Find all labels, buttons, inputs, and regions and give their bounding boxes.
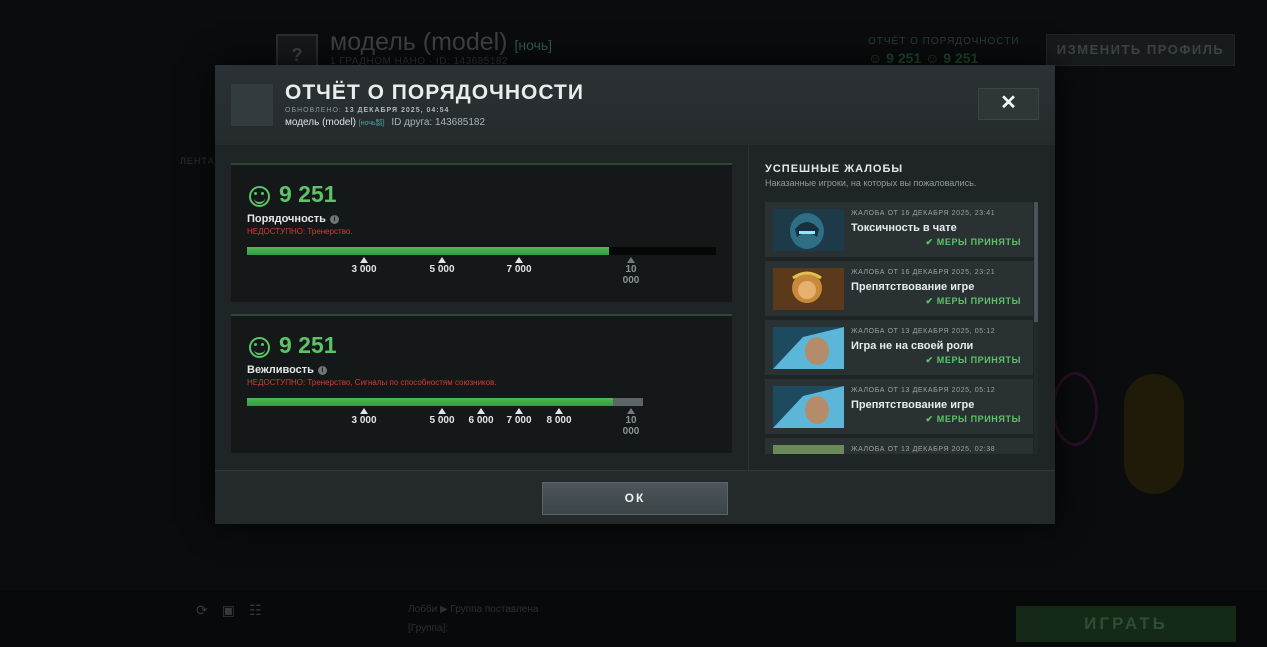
politeness-score-value: 9 251 xyxy=(279,332,337,358)
smile-icon xyxy=(249,337,270,358)
hero-portrait xyxy=(773,386,844,428)
report-reason: Препятствование игре xyxy=(851,399,975,411)
threshold-tick: 10 000 xyxy=(619,408,643,437)
refresh-icon[interactable]: ⟳ xyxy=(196,602,208,618)
hero-portrait xyxy=(773,327,844,369)
dialog-footer: ОК xyxy=(215,470,1055,524)
updated-timestamp: ОБНОВЛЕНО: 13 ДЕКАБРЯ 2025, 04:54 xyxy=(285,107,450,114)
report-reason: Препятствование игре xyxy=(851,281,975,293)
progress-fill xyxy=(247,398,614,406)
conduct-score-label: Порядочность i xyxy=(247,213,339,225)
report-status: ✔ МЕРЫ ПРИНЯТЫ xyxy=(925,237,1021,247)
report-status: ✔ МЕРЫ ПРИНЯТЫ xyxy=(925,355,1021,365)
close-button[interactable]: ✕ xyxy=(978,88,1039,120)
progress-fill xyxy=(247,247,609,255)
reports-list[interactable]: ЖАЛОБА ОТ 16 ДЕКАБРЯ 2025, 23:41 Токсичн… xyxy=(765,202,1033,454)
politeness-score-card: 9 251 Вежливость i НЕДОСТУПНО: Тренерство… xyxy=(231,314,732,453)
threshold-tick: 5 000 xyxy=(422,257,462,275)
report-date: ЖАЛОБА ОТ 13 ДЕКАБРЯ 2025, 05:12 xyxy=(851,328,996,335)
friend-id: ID друга: 143685182 xyxy=(391,117,486,128)
feed-label: ЛЕНТА xyxy=(180,156,215,166)
scroll-thumb[interactable] xyxy=(1034,202,1038,322)
politeness-score-label: Вежливость i xyxy=(247,364,327,376)
report-date: ЖАЛОБА ОТ 13 ДЕКАБРЯ 2025, 02:38 xyxy=(851,446,996,453)
report-status: ✔ МЕРЫ ПРИНЯТЫ xyxy=(925,414,1021,424)
report-date: ЖАЛОБА ОТ 13 ДЕКАБРЯ 2025, 05:12 xyxy=(851,387,996,394)
bottom-icons: ⟳ ▣ ☷ xyxy=(196,602,276,619)
report-item[interactable]: ЖАЛОБА ОТ 13 ДЕКАБРЯ 2025, 05:12 Игра не… xyxy=(765,320,1033,375)
inventory-icon[interactable]: ▣ xyxy=(222,602,235,618)
player-info: модель (model) [ночь㍿] ID друга: 1436851… xyxy=(285,117,485,128)
report-status: ✔ МЕРЫ ПРИНЯТЫ xyxy=(925,296,1021,306)
conduct-score-card: 9 251 Порядочность i НЕДОСТУПНО: Тренерст… xyxy=(231,163,732,302)
report-date: ЖАЛОБА ОТ 16 ДЕКАБРЯ 2025, 23:21 xyxy=(851,269,996,276)
hero-figure xyxy=(1052,372,1098,446)
threshold-tick: 5 000 xyxy=(422,408,462,426)
smile-icon xyxy=(249,186,270,207)
chat-line: Лобби ▶ Группа поставлена xyxy=(408,604,539,615)
threshold-tick: 8 000 xyxy=(539,408,579,426)
threshold-tick: 10 000 xyxy=(619,257,643,286)
reports-scrollbar[interactable] xyxy=(1034,202,1038,454)
column-divider xyxy=(748,145,749,470)
report-item[interactable]: ЖАЛОБА ОТ 16 ДЕКАБРЯ 2025, 23:21 Препятс… xyxy=(765,261,1033,316)
profile-name: модель (model) [ночь] xyxy=(330,28,553,56)
hero-figure xyxy=(1124,374,1184,494)
play-button[interactable]: ИГРАТЬ xyxy=(1016,606,1236,642)
reports-subtitle: Наказанные игроки, на которых вы пожалов… xyxy=(765,178,977,188)
profile-conduct-label: ОТЧЁТ О ПОРЯДОЧНОСТИ xyxy=(868,36,1020,47)
dialog-title: ОТЧЁТ О ПОРЯДОЧНОСТИ xyxy=(285,81,584,104)
chat-line: [Группа]: xyxy=(408,623,449,634)
conduct-report-dialog: ОТЧЁТ О ПОРЯДОЧНОСТИ ОБНОВЛЕНО: 13 ДЕКАБ… xyxy=(215,65,1055,524)
threshold-tick: 6 000 xyxy=(461,408,501,426)
report-reason: Токсичность в чате xyxy=(851,222,957,234)
player-tag: [ночь㍿] xyxy=(358,120,385,127)
player-avatar xyxy=(231,84,273,126)
dialog-body: 9 251 Порядочность i НЕДОСТУПНО: Тренерст… xyxy=(215,145,1055,470)
hero-portrait xyxy=(773,268,844,310)
reports-title: УСПЕШНЫЕ ЖАЛОБЫ xyxy=(765,163,904,175)
ok-button[interactable]: ОК xyxy=(542,482,728,515)
threshold-tick: 7 000 xyxy=(499,257,539,275)
info-icon[interactable]: i xyxy=(317,366,327,375)
hero-portrait xyxy=(773,209,844,251)
unavailable-note: НЕДОСТУПНО: Тренерство, Сигналы по спосо… xyxy=(247,378,497,387)
threshold-tick: 3 000 xyxy=(344,257,384,275)
report-item[interactable]: ЖАЛОБА ОТ 13 ДЕКАБРЯ 2025, 05:12 Препятс… xyxy=(765,379,1033,434)
report-date: ЖАЛОБА ОТ 16 ДЕКАБРЯ 2025, 23:41 xyxy=(851,210,996,217)
politeness-progress-bar xyxy=(247,398,643,406)
conduct-progress-bar xyxy=(247,247,716,255)
report-item[interactable]: ЖАЛОБА ОТ 13 ДЕКАБРЯ 2025, 02:38 xyxy=(765,438,1033,454)
unavailable-note: НЕДОСТУПНО: Тренерство. xyxy=(247,227,353,236)
player-name: модель (model) xyxy=(285,117,357,128)
threshold-tick: 3 000 xyxy=(344,408,384,426)
threshold-tick: 7 000 xyxy=(499,408,539,426)
party-icon[interactable]: ☷ xyxy=(249,602,262,618)
profile-conduct-values: ☺ 9 251 ☺ 9 251 xyxy=(868,50,979,66)
info-icon[interactable]: i xyxy=(329,215,339,224)
hero-portrait xyxy=(773,445,844,454)
edit-profile-button[interactable]: ИЗМЕНИТЬ ПРОФИЛЬ xyxy=(1046,34,1235,66)
report-item[interactable]: ЖАЛОБА ОТ 16 ДЕКАБРЯ 2025, 23:41 Токсичн… xyxy=(765,202,1033,257)
report-reason: Игра не на своей роли xyxy=(851,340,974,352)
progress-remainder xyxy=(613,398,643,406)
conduct-score-value: 9 251 xyxy=(279,181,337,207)
dialog-header: ОТЧЁТ О ПОРЯДОЧНОСТИ ОБНОВЛЕНО: 13 ДЕКАБ… xyxy=(215,65,1055,145)
